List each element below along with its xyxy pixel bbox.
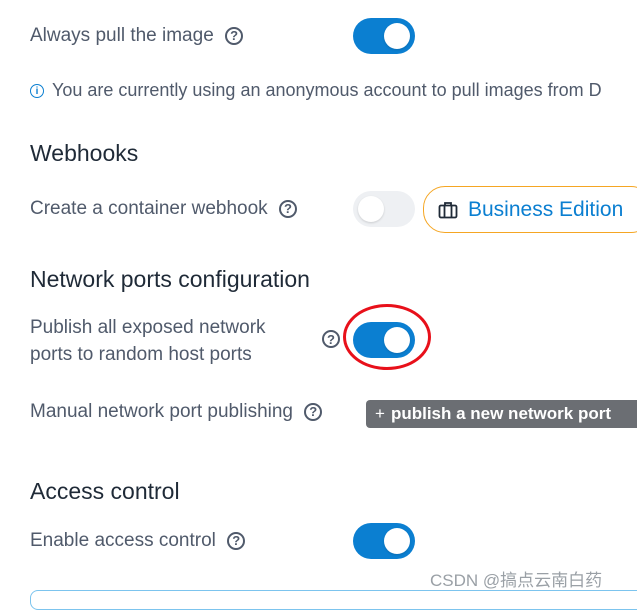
briefcase-icon xyxy=(438,201,458,218)
always-pull-toggle[interactable] xyxy=(353,18,415,54)
business-edition-label: Business Edition xyxy=(468,197,624,221)
enable-access-label: Enable access control ? xyxy=(30,530,246,552)
watermark: CSDN @搞点云南白药 xyxy=(430,571,603,590)
anonymous-account-notice: i You are currently using an anonymous ac… xyxy=(30,80,602,101)
publish-all-ports-toggle[interactable] xyxy=(353,322,415,358)
business-edition-badge[interactable]: Business Edition xyxy=(423,186,637,233)
publish-new-port-button[interactable]: + publish a new network port xyxy=(366,400,637,428)
info-icon: i xyxy=(30,84,44,99)
publish-new-port-label: publish a new network port xyxy=(390,404,612,423)
always-pull-label: Always pull the image ? xyxy=(30,25,244,47)
network-ports-title: Network ports configuration xyxy=(30,266,310,292)
access-control-title: Access control xyxy=(30,478,180,504)
manual-publishing-label: Manual network port publishing ? xyxy=(30,401,323,423)
toggle-knob xyxy=(384,23,410,49)
webhooks-title: Webhooks xyxy=(30,140,139,166)
publish-all-line1: Publish all exposed network xyxy=(30,317,266,338)
always-pull-text: Always pull the image xyxy=(30,25,214,46)
help-icon[interactable]: ? xyxy=(225,26,244,45)
help-icon[interactable]: ? xyxy=(227,531,246,550)
create-webhook-text: Create a container webhook xyxy=(30,198,268,219)
toggle-knob xyxy=(358,196,384,222)
create-webhook-label: Create a container webhook ? xyxy=(30,198,297,220)
help-icon[interactable]: ? xyxy=(278,199,297,218)
enable-access-text: Enable access control xyxy=(30,530,216,551)
help-icon[interactable]: ? xyxy=(304,402,323,421)
access-panel-edge xyxy=(30,590,637,610)
publish-all-line2: ports to random host ports xyxy=(30,344,252,365)
access-control-toggle[interactable] xyxy=(353,523,415,559)
notice-text: You are currently using an anonymous acc… xyxy=(52,80,602,100)
manual-publishing-text: Manual network port publishing xyxy=(30,401,293,422)
toggle-knob xyxy=(384,327,410,353)
plus-icon: + xyxy=(375,404,385,423)
help-icon[interactable]: ? xyxy=(322,330,340,348)
create-webhook-toggle[interactable] xyxy=(353,191,415,227)
publish-all-label: Publish all exposed network ports to ran… xyxy=(30,314,266,368)
toggle-knob xyxy=(384,528,410,554)
